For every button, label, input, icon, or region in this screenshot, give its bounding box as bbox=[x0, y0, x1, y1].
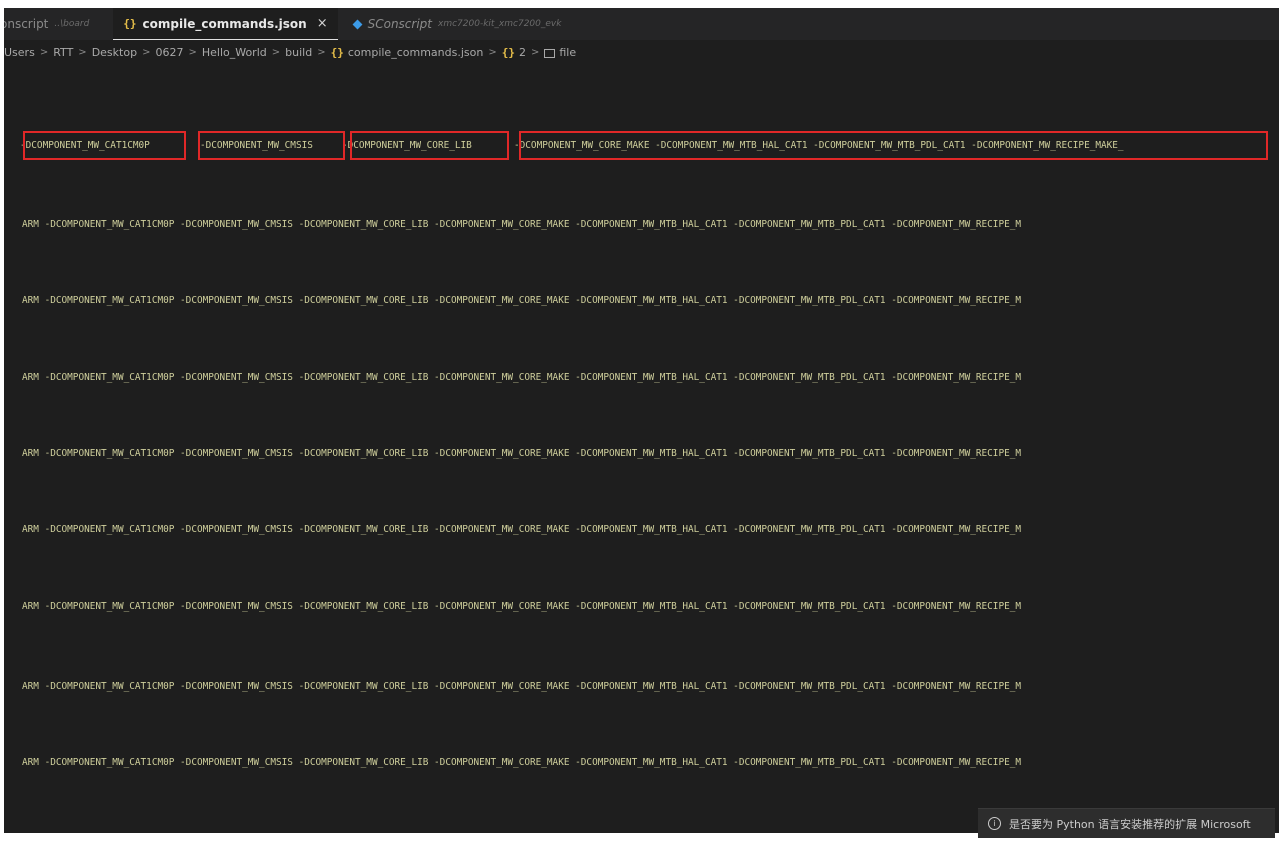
highlight-box bbox=[198, 131, 345, 160]
close-icon[interactable]: × bbox=[317, 16, 328, 31]
code-line[interactable]: ARM -DCOMPONENT_MW_CAT1CM0P -DCOMPONENT_… bbox=[22, 290, 1279, 312]
highlight-box bbox=[23, 131, 186, 160]
editor-window: onscript ..\board {} compile_commands.js… bbox=[4, 8, 1279, 833]
json-file-icon: {} bbox=[330, 45, 344, 59]
code-line[interactable]: ARM -DCOMPONENT_MW_CAT1CM0P -DCOMPONENT_… bbox=[22, 676, 1279, 698]
sconscript-file-icon bbox=[352, 19, 363, 29]
chevron-right-icon: > bbox=[188, 46, 197, 58]
notification-text: 是否要为 Python 语言安装推荐的扩展 Microsoft bbox=[1009, 817, 1251, 831]
code-line[interactable]: ARM -DCOMPONENT_MW_CAT1CM0P -DCOMPONENT_… bbox=[22, 367, 1279, 389]
highlight-box bbox=[350, 131, 509, 160]
tab-description: ..\board bbox=[54, 19, 90, 29]
breadcrumb-item-hello-world[interactable]: Hello_World bbox=[202, 46, 267, 59]
code-editor[interactable]: -DCOMPONENT_MW_CAT1CM0P -DCOMPONENT_MW_C… bbox=[4, 68, 1279, 828]
breadcrumb-item-0627[interactable]: 0627 bbox=[155, 46, 183, 59]
field-icon bbox=[544, 48, 556, 58]
chevron-right-icon: > bbox=[271, 46, 281, 58]
tab-compile-commands[interactable]: {} compile_commands.json × bbox=[113, 8, 338, 40]
chevron-right-icon: > bbox=[78, 46, 87, 58]
tab-bar: onscript ..\board {} compile_commands.js… bbox=[4, 8, 1279, 40]
breadcrumb-item-file[interactable]: compile_commands.json bbox=[348, 46, 483, 59]
breadcrumb-item-field[interactable]: file bbox=[559, 46, 576, 59]
breadcrumb-item-users[interactable]: Users bbox=[4, 46, 35, 59]
chevron-right-icon: > bbox=[317, 46, 326, 58]
code-line[interactable]: ARM -DCOMPONENT_MW_CAT1CM0P -DCOMPONENT_… bbox=[22, 214, 1279, 236]
tab-label: compile_commands.json bbox=[142, 16, 307, 31]
code-line[interactable]: ARM -DCOMPONENT_MW_CAT1CM0P -DCOMPONENT_… bbox=[22, 443, 1279, 465]
breadcrumb-item-desktop[interactable]: Desktop bbox=[92, 46, 137, 59]
code-line[interactable]: ARM -DCOMPONENT_MW_CAT1CM0P -DCOMPONENT_… bbox=[22, 752, 1279, 774]
breadcrumb-item-build[interactable]: build bbox=[285, 46, 312, 59]
code-line[interactable]: ARM -DCOMPONENT_MW_CAT1CM0P -DCOMPONENT_… bbox=[22, 519, 1279, 541]
json-file-icon: {} bbox=[123, 17, 137, 30]
tab-sconscript-board[interactable]: onscript ..\board bbox=[4, 8, 99, 40]
breadcrumb-item-rtt[interactable]: RTT bbox=[53, 46, 73, 59]
chevron-right-icon: > bbox=[39, 46, 49, 58]
info-icon: i bbox=[988, 817, 1001, 830]
chevron-right-icon: > bbox=[142, 46, 151, 58]
code-line[interactable]: ARM -DCOMPONENT_MW_CAT1CM0P -DCOMPONENT_… bbox=[22, 596, 1279, 618]
breadcrumb-item-index[interactable]: 2 bbox=[519, 46, 526, 59]
json-object-icon: {} bbox=[501, 45, 515, 59]
notification-toast[interactable]: i 是否要为 Python 语言安装推荐的扩展 Microsoft bbox=[978, 808, 1275, 838]
breadcrumb: Users > RTT > Desktop > 0627 > Hello_Wor… bbox=[4, 42, 576, 62]
tab-description: xmc7200-kit_xmc7200_evk bbox=[438, 19, 562, 29]
tab-label: SConscript bbox=[367, 17, 432, 31]
tab-sconscript-evk[interactable]: SConscript xmc7200-kit_xmc7200_evk bbox=[344, 8, 572, 40]
highlight-box bbox=[519, 131, 1268, 160]
chevron-right-icon: > bbox=[530, 46, 540, 58]
chevron-right-icon: > bbox=[488, 46, 497, 58]
tab-label: onscript bbox=[4, 17, 49, 31]
